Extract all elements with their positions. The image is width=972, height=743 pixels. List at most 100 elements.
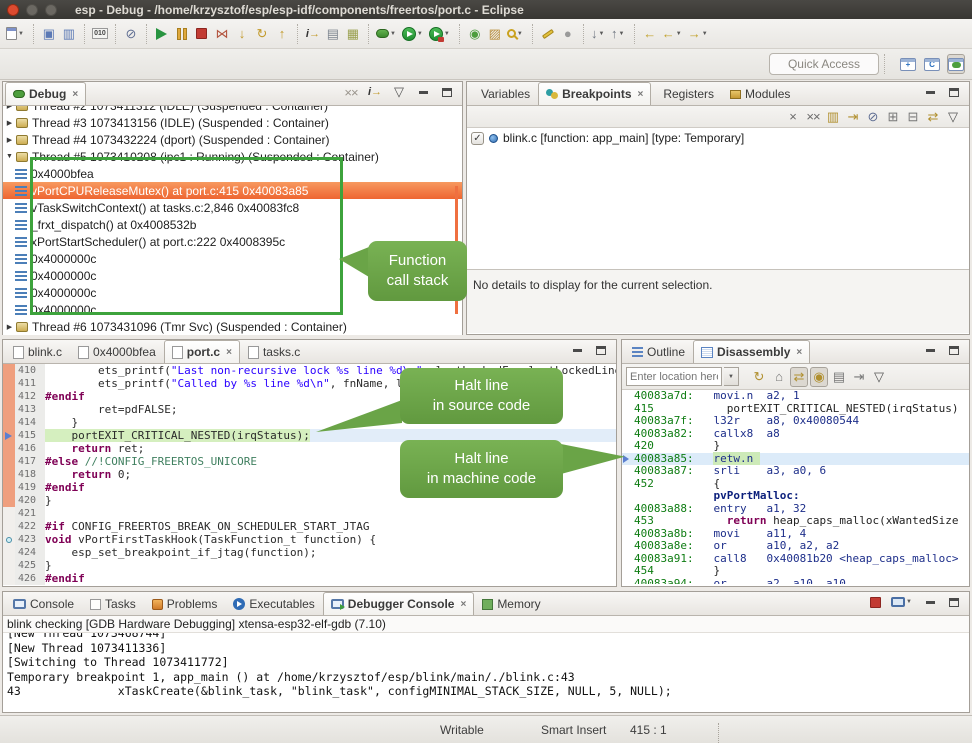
code-line[interactable]: 424 esp_set_breakpoint_if_jtag(function)… [3,546,616,559]
instruction-step-button[interactable]: i→ [304,24,322,44]
sync-selection-button[interactable]: ⇄ [790,367,808,387]
remove-all-breakpoints-button[interactable]: ×× [804,107,822,127]
code-line[interactable]: 421 [3,507,616,520]
track-expression-button[interactable]: ◉ [810,367,828,387]
run-button[interactable]: ▼ [401,24,426,44]
link-with-debug-button[interactable]: ⇄ [924,107,942,127]
thread-row[interactable]: ▶Thread #6 1073431096 (Tmr Svc) (Suspend… [3,318,462,335]
show-debug-toolbar-button[interactable]: ▦ [344,24,362,44]
expand-all-button[interactable]: ⊞ [884,107,902,127]
external-tools-button[interactable]: ▼ [428,24,453,44]
quick-access-button[interactable]: Quick Access [769,53,879,75]
mark-occurrences-button[interactable] [539,24,557,44]
terminate-button[interactable] [193,24,211,44]
thread-row[interactable]: ▼Thread #5 1073410208 (ipc1 : Running) (… [3,148,462,165]
expand-arrow-icon[interactable]: ▶ [3,119,16,127]
remove-breakpoint-button[interactable]: × [784,107,802,127]
dropdown-caret-icon[interactable]: ▼ [417,31,423,37]
terminate-button[interactable] [866,592,884,612]
close-button[interactable] [7,4,19,16]
maximize-button[interactable] [438,82,456,102]
dropdown-caret-icon[interactable]: ▼ [599,31,605,37]
view-menu-button[interactable]: ▽ [870,367,888,387]
dropdown-caret-icon[interactable]: ▼ [702,31,708,37]
location-dropdown-icon[interactable]: ▼ [724,367,739,386]
stack-frame-row[interactable]: _frxt_dispatch() at 0x4008532b [3,216,462,233]
maximize-button[interactable] [592,340,610,360]
binary-display-button[interactable]: 010 [91,24,109,44]
minimize-button[interactable] [921,340,939,360]
code-line[interactable]: 425} [3,559,616,572]
console-output[interactable]: [New Thread 1073468744][New Thread 10734… [3,633,969,711]
dropdown-caret-icon[interactable]: ▼ [18,31,24,37]
tab-modules[interactable]: Modules [722,82,798,105]
stack-frame-row[interactable]: 0x4000000c [3,301,462,318]
step-return-button[interactable]: ↑ [273,24,291,44]
collapse-all-button[interactable]: ⊟ [904,107,922,127]
maximize-button[interactable] [945,592,963,612]
dropdown-caret-icon[interactable]: ▼ [517,31,523,37]
display-selected-console-button[interactable]: ▼ [890,592,915,612]
instruction-stepping-button[interactable]: i→ [366,82,384,102]
close-icon[interactable]: × [796,347,802,358]
thread-row[interactable]: ▶Thread #2 1073411312 (IDLE) (Suspended … [3,106,462,114]
search-button[interactable]: ▼ [506,24,526,44]
close-icon[interactable]: × [460,599,466,610]
back-button[interactable]: ←▼ [661,24,685,44]
close-icon[interactable]: × [72,89,78,100]
minimize-window-button[interactable] [26,4,38,16]
debug-button[interactable]: ▼ [375,24,399,44]
tab-blink-c[interactable]: blink.c [5,340,70,363]
step-into-button[interactable]: ↓ [233,24,251,44]
suspend-button[interactable] [173,24,191,44]
tab-registers[interactable]: Registers [651,82,722,105]
close-icon[interactable]: × [638,89,644,100]
dropdown-caret-icon[interactable]: ▼ [390,31,396,37]
breakpoint-row[interactable]: ✓ blink.c [function: app_main] [type: Te… [471,131,965,145]
resume-button[interactable] [153,24,171,44]
debug-perspective-button[interactable] [947,54,965,74]
tab-breakpoints[interactable]: Breakpoints× [538,82,651,105]
new-button[interactable]: ▼ [5,24,27,44]
code-line[interactable]: 423void vPortFirstTaskHook(TaskFunction_… [3,533,616,546]
tab-port-c[interactable]: port.c× [164,340,240,363]
tab-tasks-c[interactable]: tasks.c [240,340,308,363]
disassembly-row[interactable]: 40083a94: or a2, a10, a10 [622,578,969,585]
expand-arrow-icon[interactable]: ▶ [3,106,16,110]
breakpoint-checkbox[interactable]: ✓ [471,132,484,145]
previous-annotation-button[interactable]: ↑▼ [610,24,628,44]
expand-arrow-icon[interactable]: ▶ [3,136,16,144]
minimize-button[interactable] [568,340,586,360]
open-perspective-button[interactable]: + [899,54,917,74]
close-icon[interactable]: × [226,347,232,358]
stack-frame-row[interactable]: 0x4000bfea [3,165,462,182]
expand-arrow-icon[interactable]: ▼ [3,153,16,160]
tab-memory[interactable]: Memory [474,592,548,615]
minimize-button[interactable] [414,82,432,102]
refresh-button[interactable]: ↻ [750,367,768,387]
disconnect-button[interactable]: ⋈ [213,24,231,44]
thread-row[interactable]: ▶Thread #3 1073413156 (IDLE) (Suspended … [3,114,462,131]
tab-0x4000bfea[interactable]: 0x4000bfea [70,340,164,363]
dropdown-caret-icon[interactable]: ▼ [676,31,682,37]
view-menu-button[interactable]: ▽ [390,82,408,102]
location-input[interactable] [626,367,722,386]
skip-all-breakpoints-button[interactable]: ⊘ [122,24,140,44]
dropdown-caret-icon[interactable]: ▼ [619,31,625,37]
tab-disassembly[interactable]: Disassembly× [693,340,810,363]
forward-button[interactable]: →▼ [687,24,711,44]
go-to-file-button[interactable]: ⇥ [844,107,862,127]
skip-all-breakpoints-button[interactable]: ⊘ [864,107,882,127]
build-settings-button[interactable]: ● [559,24,577,44]
tab-debug[interactable]: Debug × [5,82,86,105]
tab-problems[interactable]: Problems [144,592,226,615]
code-line[interactable]: 426#endif [3,572,616,585]
tab-variables[interactable]: Variables [469,82,538,105]
save-all-button[interactable]: ▥ [60,24,78,44]
minimize-button[interactable] [921,592,939,612]
open-resource-button[interactable]: ▨ [486,24,504,44]
home-button[interactable]: ⌂ [770,367,788,387]
new-view-button[interactable]: ▤ [830,367,848,387]
open-type-button[interactable]: ◉ [466,24,484,44]
instruction-stepping-mode-button[interactable]: ▤ [324,24,342,44]
